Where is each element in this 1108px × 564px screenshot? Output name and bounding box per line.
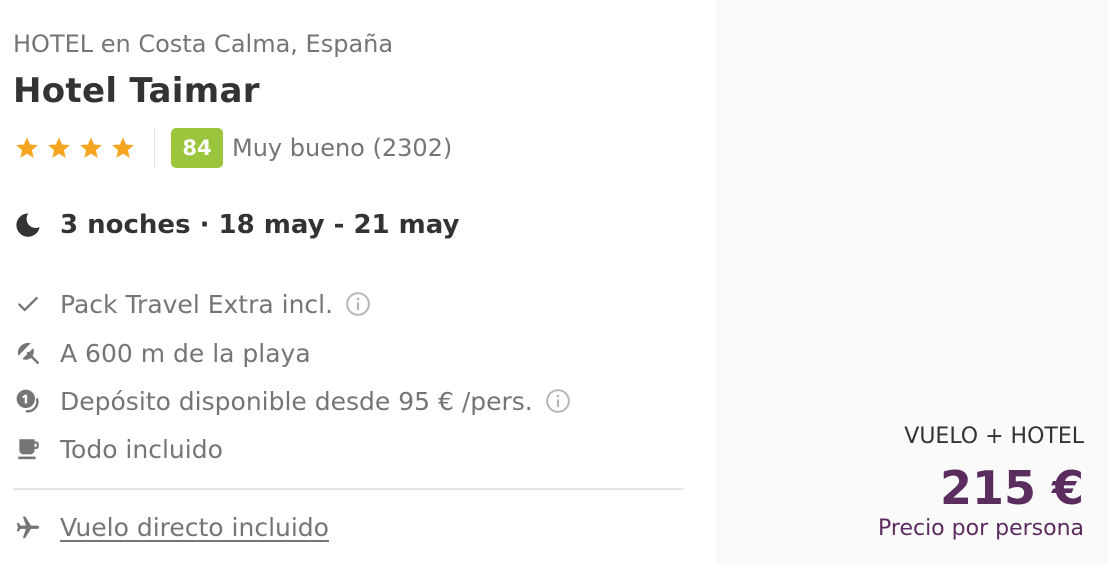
star-icon [14, 135, 40, 161]
stay-dates-text: 3 noches · 18 may - 21 may [60, 210, 460, 240]
rating-separator [154, 128, 155, 168]
coffee-cup-icon [14, 435, 42, 463]
flight-info: Vuelo directo incluido [14, 508, 329, 546]
star-icon [46, 135, 72, 161]
info-icon[interactable] [345, 291, 371, 317]
feature-label: Depósito disponible desde 95 € /pers. [60, 386, 533, 416]
stay-dates: 3 noches · 18 may - 21 may [14, 206, 459, 244]
star-rating [14, 135, 136, 161]
star-icon [110, 135, 136, 161]
feature-label: Pack Travel Extra incl. [60, 289, 334, 319]
feature-item: A 600 m de la playa [14, 335, 311, 371]
moon-icon [14, 211, 42, 239]
check-icon [14, 290, 42, 318]
beach-umbrella-icon [14, 339, 42, 367]
price-panel: VUELO + HOTEL 215 € Precio por persona [716, 0, 1108, 564]
star-icon [78, 135, 104, 161]
rating-text[interactable]: Muy bueno (2302) [232, 134, 452, 162]
feature-item: Depósito disponible desde 95 € /pers. [14, 383, 571, 419]
feature-label: Todo incluido [60, 434, 223, 464]
hotel-info-panel: HOTEL en Costa Calma, España Hotel Taima… [0, 0, 716, 564]
price[interactable]: 215 € [940, 461, 1084, 515]
rating-row: 84 Muy bueno (2302) [14, 128, 452, 168]
hotel-name[interactable]: Hotel Taimar [13, 71, 260, 111]
flight-link[interactable]: Vuelo directo incluido [60, 513, 329, 542]
hotel-category-location: HOTEL en Costa Calma, España [13, 30, 394, 58]
score-badge: 84 [171, 128, 223, 168]
info-icon[interactable] [545, 388, 571, 414]
feature-item: Todo incluido [14, 431, 223, 467]
airplane-icon [14, 513, 42, 541]
feature-label: A 600 m de la playa [60, 338, 311, 368]
price-note: Precio por persona [878, 516, 1084, 541]
feature-item: Pack Travel Extra incl. [14, 286, 371, 322]
divider [13, 488, 684, 490]
deposit-icon [14, 387, 42, 415]
package-type: VUELO + HOTEL [904, 424, 1084, 449]
